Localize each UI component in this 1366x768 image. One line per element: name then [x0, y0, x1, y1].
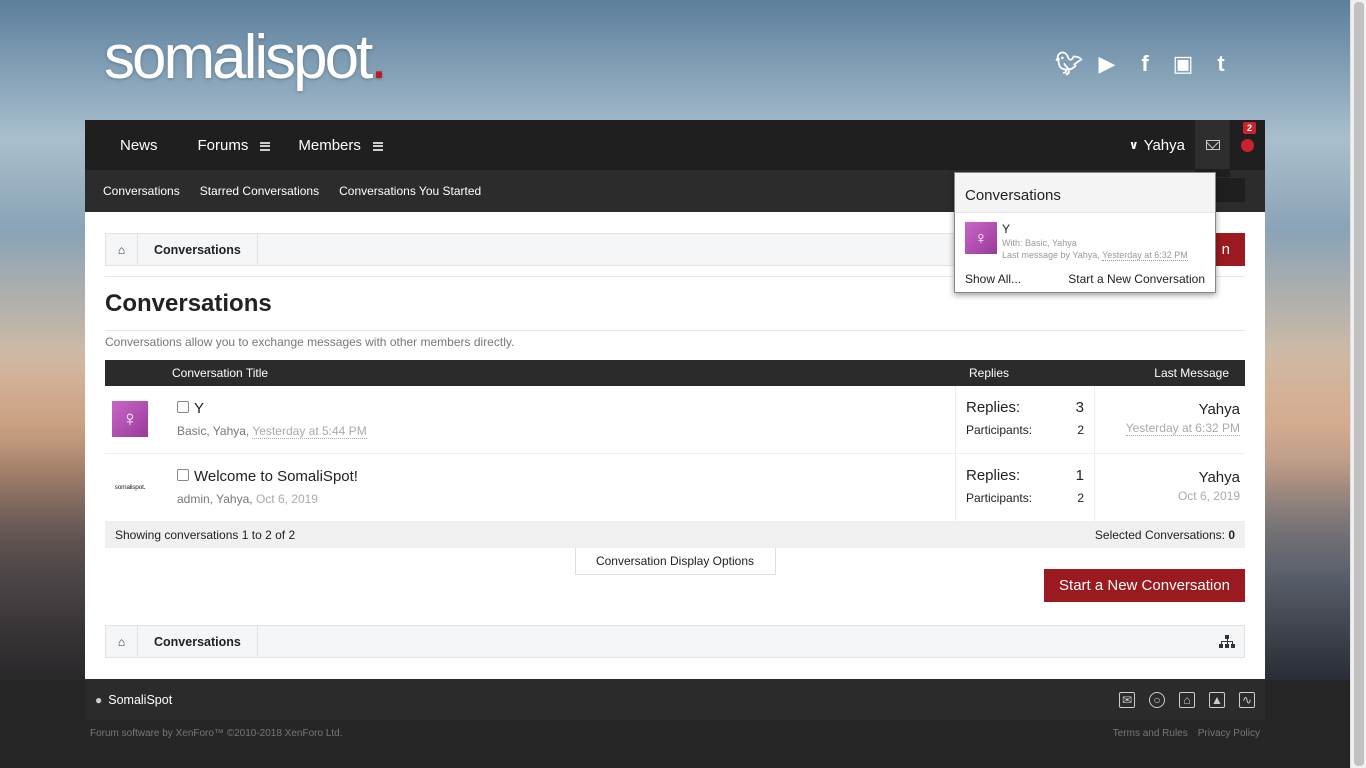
social-links: 🐦︎ ▶ f ▣ t	[1055, 50, 1232, 78]
popup-item-last: Last message by Yahya, Yesterday at 6:32…	[1002, 250, 1188, 261]
main-navbar: News Forums Members ∨ Yahya 2	[85, 120, 1265, 177]
showing-count: Showing conversations 1 to 2 of 2	[115, 528, 296, 542]
conversation-title[interactable]: Y	[194, 400, 204, 417]
background-city-right	[1264, 360, 1350, 680]
col-replies: Replies	[969, 366, 1010, 380]
alerts-button[interactable]: 2	[1230, 120, 1265, 170]
conversation-meta: admin, Yahya, Oct 6, 2019	[177, 492, 318, 506]
globe-icon	[1241, 138, 1254, 152]
participants-count: 2	[1077, 491, 1084, 505]
breadcrumb-bottom: ⌂ Conversations	[105, 625, 1245, 658]
search-field-stub[interactable]	[1216, 178, 1245, 202]
table-row[interactable]: ♀ Y Basic, Yahya, Yesterday at 5:44 PM R…	[105, 386, 1245, 454]
sitemap-icon[interactable]	[1210, 635, 1244, 648]
start-conversation-button[interactable]: Start a New Conversation	[1044, 569, 1245, 602]
subnav-starred[interactable]: Starred Conversations	[200, 184, 319, 198]
home-icon[interactable]: ⌂	[1179, 691, 1195, 708]
show-all-link[interactable]: Show All...	[965, 272, 1021, 286]
menu-icon[interactable]	[260, 141, 271, 151]
conversation-stats: Replies: 3 Participants: 2	[955, 386, 1095, 453]
page-description: Conversations allow you to exchange mess…	[105, 335, 515, 349]
copyright-bar: Forum software by XenForo™ ©2010-2018 Xe…	[85, 720, 1265, 746]
table-row[interactable]: somalispot. Welcome to SomaliSpot! admin…	[105, 454, 1245, 522]
footer-site-name[interactable]: SomaliSpot	[108, 693, 172, 707]
row-checkbox[interactable]	[177, 401, 189, 413]
last-message-user[interactable]: Yahya	[1126, 401, 1240, 418]
conversation-meta: Basic, Yahya, Yesterday at 5:44 PM	[177, 424, 367, 439]
popup-conversation-item[interactable]: ♀ Y With: Basic, Yahya Last message by Y…	[955, 213, 1215, 263]
home-icon[interactable]: ⌂	[106, 234, 138, 265]
site-header: somalispot. 🐦︎ ▶ f ▣ t	[0, 0, 1350, 120]
help-icon[interactable]: ○	[1149, 691, 1165, 708]
col-title: Conversation Title	[172, 366, 269, 380]
table-header: Conversation Title Replies Last Message	[105, 360, 1245, 386]
footer-icons: ✉ ○ ⌂ ▲ ∿	[1119, 691, 1255, 708]
last-message-user[interactable]: Yahya	[1178, 469, 1240, 486]
breadcrumb-conversations[interactable]: Conversations	[138, 626, 258, 657]
replies-count: 3	[1075, 399, 1084, 416]
terms-link[interactable]: Terms and Rules	[1113, 728, 1188, 739]
facebook-icon[interactable]: f	[1134, 50, 1156, 78]
chevron-down-icon: ∨	[1128, 138, 1139, 152]
avatar[interactable]: somalispot.	[112, 469, 148, 505]
conversation-time[interactable]: Yesterday at 5:44 PM	[252, 424, 367, 439]
instagram-icon[interactable]: ▣	[1172, 50, 1194, 78]
subnav-started[interactable]: Conversations You Started	[339, 184, 481, 198]
breadcrumb-conversations[interactable]: Conversations	[138, 234, 258, 265]
conversation-title[interactable]: Welcome to SomaliSpot!	[194, 468, 358, 485]
replies-count: 1	[1075, 467, 1084, 484]
alerts-badge: 2	[1242, 122, 1256, 134]
background-city-left	[0, 360, 85, 680]
popup-footer: Show All... Start a New Conversation	[965, 272, 1205, 286]
popup-start-conversation-link[interactable]: Start a New Conversation	[1068, 272, 1205, 286]
tumblr-icon[interactable]: t	[1210, 50, 1232, 78]
tab-members[interactable]: Members	[284, 120, 397, 170]
site-footer: ● SomaliSpot ✉ ○ ⌂ ▲ ∿	[85, 679, 1265, 720]
drop-icon: ●	[95, 692, 103, 707]
avatar[interactable]: ♀	[112, 401, 148, 437]
inbox-button[interactable]	[1195, 120, 1230, 177]
avatar[interactable]: ♀	[965, 222, 997, 254]
youtube-icon[interactable]: ▶	[1096, 50, 1118, 78]
selected-count: Selected Conversations: 0	[1094, 528, 1235, 542]
menu-icon[interactable]	[372, 141, 383, 151]
rss-icon[interactable]: ∿	[1239, 691, 1255, 708]
row-checkbox[interactable]	[177, 469, 189, 481]
conversations-popup: Conversations ♀ Y With: Basic, Yahya Las…	[954, 172, 1216, 293]
user-nav: ∨ Yahya 2	[1119, 120, 1265, 177]
tab-forums[interactable]: Forums	[184, 120, 285, 170]
home-icon[interactable]: ⌂	[106, 626, 138, 657]
popup-title: Conversations	[955, 173, 1215, 213]
scrollbar[interactable]	[1350, 0, 1366, 768]
copyright[interactable]: Forum software by XenForo™ ©2010-2018 Xe…	[90, 728, 343, 739]
display-options-button[interactable]: Conversation Display Options	[574, 548, 776, 575]
privacy-link[interactable]: Privacy Policy	[1198, 728, 1260, 739]
popup-item-participants: With: Basic, Yahya	[1002, 238, 1077, 248]
user-menu[interactable]: ∨ Yahya	[1119, 137, 1195, 154]
conversation-stats: Replies: 1 Participants: 2	[955, 454, 1095, 521]
last-message-time[interactable]: Oct 6, 2019	[1178, 489, 1240, 503]
table-footer: Showing conversations 1 to 2 of 2 Select…	[105, 522, 1245, 548]
last-message: Yahya Yesterday at 6:32 PM	[1125, 401, 1240, 436]
site-logo[interactable]: somalispot.	[104, 22, 388, 93]
envelope-icon	[1205, 140, 1220, 150]
tab-news[interactable]: News	[85, 120, 184, 170]
twitter-icon[interactable]: 🐦︎	[1055, 50, 1083, 78]
last-message-time[interactable]: Yesterday at 6:32 PM	[1125, 421, 1240, 436]
last-message: Yahya Oct 6, 2019	[1178, 469, 1240, 503]
conversation-time[interactable]: Oct 6, 2019	[256, 492, 318, 506]
participants-count: 2	[1077, 423, 1084, 437]
mail-icon[interactable]: ✉	[1119, 691, 1135, 708]
popup-item-title[interactable]: Y	[1002, 222, 1010, 236]
subnav-conversations[interactable]: Conversations	[103, 184, 180, 198]
col-last-message: Last Message	[1154, 366, 1229, 380]
scrollbar-thumb[interactable]	[1354, 2, 1364, 766]
top-icon[interactable]: ▲	[1209, 691, 1225, 708]
